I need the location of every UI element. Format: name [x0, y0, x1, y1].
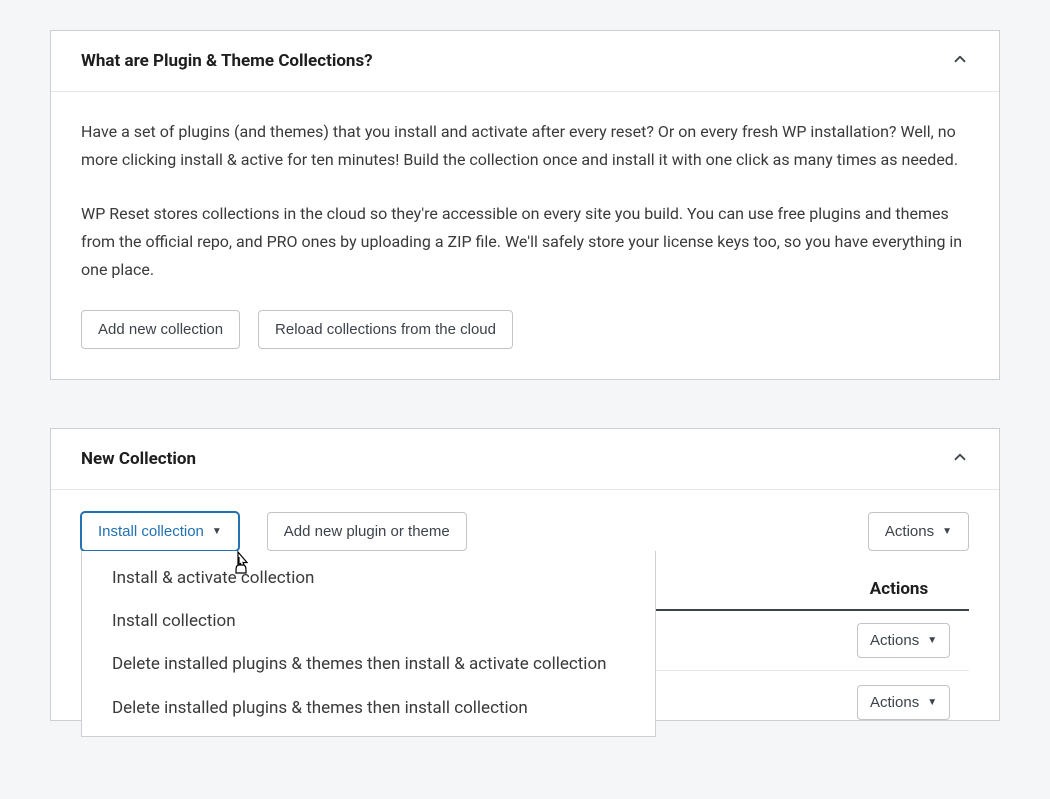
new-collection-card: New Collection Install collection ▼ Add … — [50, 428, 1000, 721]
caret-down-icon: ▼ — [927, 636, 937, 646]
install-collection-menu: Install & activate collection Install co… — [81, 551, 656, 737]
menu-delete-install[interactable]: Delete installed plugins & themes then i… — [82, 687, 655, 730]
actions-label: Actions — [885, 521, 934, 542]
new-collection-title: New Collection — [81, 449, 196, 469]
menu-install-activate[interactable]: Install & activate collection — [82, 557, 655, 600]
collections-intro-card: What are Plugin & Theme Collections? Hav… — [50, 30, 1000, 380]
intro-button-row: Add new collection Reload collections fr… — [81, 310, 969, 349]
add-new-collection-button[interactable]: Add new collection — [81, 310, 240, 349]
row-actions-button[interactable]: Actions ▼ — [857, 623, 950, 658]
chevron-up-icon — [951, 448, 969, 470]
collections-intro-header[interactable]: What are Plugin & Theme Collections? — [51, 31, 999, 92]
collections-intro-body: Have a set of plugins (and themes) that … — [51, 92, 999, 379]
collections-intro-title: What are Plugin & Theme Collections? — [81, 51, 373, 71]
caret-down-icon: ▼ — [942, 527, 952, 537]
menu-install[interactable]: Install collection — [82, 600, 655, 643]
caret-down-icon: ▼ — [212, 527, 222, 537]
actions-label: Actions — [870, 630, 919, 651]
collection-actions-button[interactable]: Actions ▼ — [868, 512, 969, 551]
menu-delete-install-activate[interactable]: Delete installed plugins & themes then i… — [82, 643, 655, 686]
new-collection-body: Install collection ▼ Add new plugin or t… — [51, 490, 999, 720]
chevron-up-icon — [951, 50, 969, 72]
install-collection-label: Install collection — [98, 521, 204, 542]
intro-paragraph-2: WP Reset stores collections in the cloud… — [81, 200, 969, 284]
row-actions-button[interactable]: Actions ▼ — [857, 685, 950, 720]
collection-toolbar: Install collection ▼ Add new plugin or t… — [81, 512, 969, 551]
add-plugin-theme-button[interactable]: Add new plugin or theme — [267, 512, 467, 551]
caret-down-icon: ▼ — [927, 698, 937, 708]
install-collection-dropdown-button[interactable]: Install collection ▼ — [81, 512, 239, 551]
actions-column-header: Actions — [829, 579, 969, 599]
intro-paragraph-1: Have a set of plugins (and themes) that … — [81, 118, 969, 174]
new-collection-header[interactable]: New Collection — [51, 429, 999, 490]
actions-label: Actions — [870, 692, 919, 713]
reload-collections-button[interactable]: Reload collections from the cloud — [258, 310, 513, 349]
